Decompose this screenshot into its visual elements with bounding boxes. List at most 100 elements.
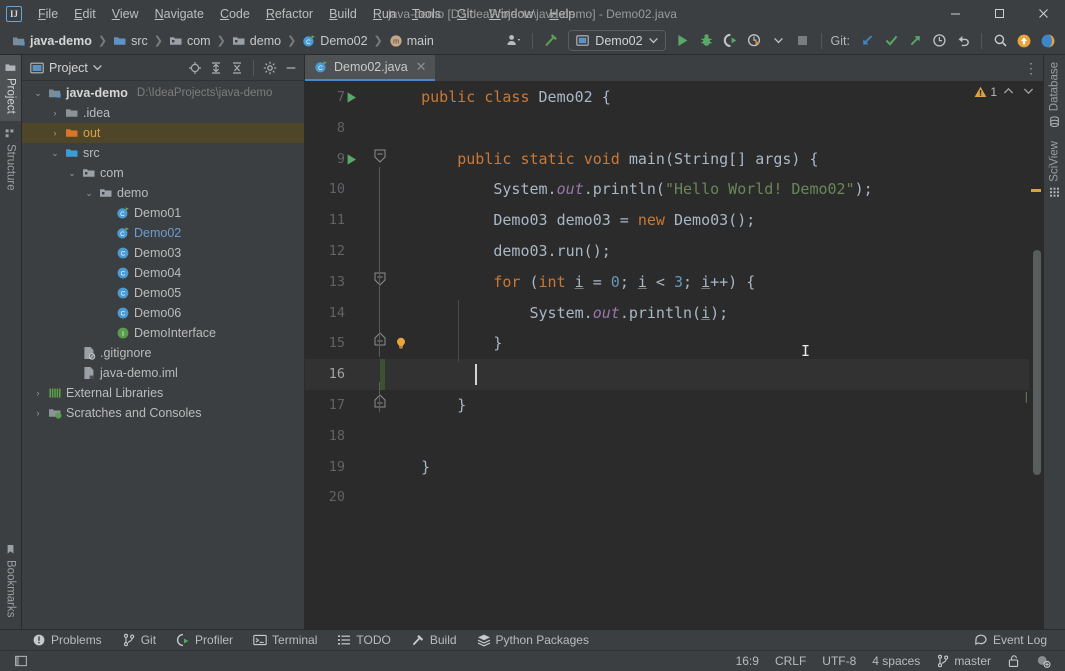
close-button[interactable] [1021, 0, 1065, 27]
tool-window-button-structure[interactable]: Structure [0, 121, 21, 198]
git-commit-button[interactable] [880, 30, 902, 52]
gutter-run-icon[interactable] [345, 91, 358, 104]
git-branch-widget[interactable]: master [928, 651, 999, 671]
code-line[interactable]: 11 Demo03 demo03 = new Demo03(); [305, 205, 1043, 236]
inspection-widget[interactable]: 1 [974, 85, 1037, 99]
chevron-right-icon[interactable]: › [49, 108, 61, 118]
tree-item-idea[interactable]: › .idea [22, 103, 305, 123]
read-only-lock-icon[interactable] [999, 651, 1028, 671]
user-settings-button[interactable] [503, 30, 525, 52]
breadcrumb-demo02[interactable]: C Demo02 [298, 32, 371, 50]
chevron-down-icon[interactable] [93, 64, 102, 71]
tree-item-demo03[interactable]: C Demo03 [22, 243, 305, 263]
run-button[interactable] [672, 30, 694, 52]
tool-window-button-database[interactable]: Database [1044, 55, 1065, 134]
line-separator[interactable]: CRLF [767, 651, 814, 671]
tree-item-scratches-and-consoles[interactable]: › Scratches and Consoles [22, 403, 305, 423]
build-project-button[interactable] [540, 30, 562, 52]
tool-window-button-profiler[interactable]: Profiler [166, 630, 243, 651]
minimize-button[interactable] [933, 0, 977, 27]
run-config-dropdown-button[interactable] [768, 30, 790, 52]
menu-refactor[interactable]: Refactor [258, 3, 321, 25]
chevron-right-icon[interactable]: › [32, 408, 44, 418]
breadcrumb-com[interactable]: com [165, 32, 215, 50]
breadcrumb-java-demo[interactable]: java-demo [8, 32, 96, 50]
code-line[interactable]: 8 [305, 113, 1043, 144]
git-update-button[interactable] [856, 30, 878, 52]
menu-git[interactable]: Git [449, 3, 481, 25]
tool-window-button-terminal[interactable]: Terminal [243, 630, 327, 651]
maximize-button[interactable] [977, 0, 1021, 27]
tool-window-button-bookmarks[interactable]: Bookmarks [0, 537, 21, 625]
hide-panel-icon[interactable] [281, 58, 301, 78]
caret-position[interactable]: 16:9 [728, 651, 767, 671]
code-line[interactable]: 17 } [305, 390, 1043, 421]
code-line[interactable]: 9 public static void main(String[] args)… [305, 144, 1043, 175]
git-push-button[interactable] [904, 30, 926, 52]
code-line[interactable]: 18 [305, 421, 1043, 452]
search-everywhere-button[interactable] [989, 30, 1011, 52]
tree-item-out[interactable]: › out [22, 123, 305, 143]
run-configuration-selector[interactable]: Demo02 [568, 30, 666, 51]
menu-code[interactable]: Code [212, 3, 258, 25]
tool-window-button-project[interactable]: Project [0, 55, 21, 121]
tool-window-button-todo[interactable]: TODO [327, 630, 400, 651]
file-encoding[interactable]: UTF-8 [814, 651, 864, 671]
menu-build[interactable]: Build [321, 3, 365, 25]
project-settings-gear-icon[interactable] [260, 58, 280, 78]
code-lines[interactable]: 7 public class Demo02 {8 9 public static … [305, 82, 1043, 513]
git-history-button[interactable] [928, 30, 950, 52]
tree-item-demo04[interactable]: C Demo04 [22, 263, 305, 283]
menu-file[interactable]: File [30, 3, 66, 25]
code-line[interactable]: 13 for (int i = 0; i < 3; i++) { [305, 267, 1043, 298]
tool-window-button-git[interactable]: Git [112, 630, 166, 651]
chevron-down-icon[interactable]: ⌄ [66, 168, 78, 179]
code-line[interactable]: 19 } [305, 452, 1043, 483]
code-line[interactable]: 20 [305, 482, 1043, 513]
close-icon[interactable]: ✕ [416, 59, 427, 75]
tree-item-external-libraries[interactable]: › External Libraries [22, 383, 305, 403]
notifications-button[interactable] [1013, 30, 1035, 52]
code-line[interactable]: 16 [305, 359, 1043, 390]
tool-window-button-build[interactable]: Build [401, 630, 467, 651]
code-line[interactable]: 7 public class Demo02 { [305, 82, 1043, 113]
tree-item-com[interactable]: ⌄ com [22, 163, 305, 183]
tool-window-button-sciview[interactable]: SciView [1044, 134, 1065, 205]
select-opened-file-icon[interactable] [185, 58, 205, 78]
code-line[interactable]: 15 } [305, 328, 1043, 359]
tree-item-src[interactable]: ⌄ src [22, 143, 305, 163]
expand-all-icon[interactable] [206, 58, 226, 78]
chevron-down-icon[interactable]: ⌄ [32, 88, 44, 99]
warning-stripe-mark[interactable] [1031, 189, 1041, 192]
tree-item-demo02[interactable]: C Demo02 [22, 223, 305, 243]
code-line[interactable]: 10 System.out.println("Hello World! Demo… [305, 174, 1043, 205]
menu-tools[interactable]: Tools [404, 3, 449, 25]
stop-button[interactable] [792, 30, 814, 52]
inspections-level-icon[interactable] [1028, 651, 1059, 671]
previous-problem-icon[interactable] [1000, 86, 1017, 98]
tree-item-demo06[interactable]: C Demo06 [22, 303, 305, 323]
menu-edit[interactable]: Edit [66, 3, 104, 25]
tree-item-java-demo-iml[interactable]: java-demo.iml [22, 363, 305, 383]
tree-item-demo[interactable]: ⌄ demo [22, 183, 305, 203]
code-line[interactable]: 14 System.out.println(i); [305, 298, 1043, 329]
chevron-right-icon[interactable]: › [32, 388, 44, 398]
collapse-all-icon[interactable] [227, 58, 247, 78]
chevron-down-icon[interactable]: ⌄ [83, 188, 95, 199]
menu-help[interactable]: Help [541, 3, 583, 25]
editor-options-icon[interactable]: ⋮ [1019, 55, 1043, 81]
chevron-down-icon[interactable]: ⌄ [49, 148, 61, 159]
tool-window-button-python-packages[interactable]: Python Packages [467, 630, 599, 651]
tree-item-java-demo[interactable]: ⌄ java-demo D:\IdeaProjects\java-demo [22, 83, 305, 103]
tree-item-demointerface[interactable]: I DemoInterface [22, 323, 305, 343]
project-tree[interactable]: ⌄ java-demo D:\IdeaProjects\java-demo › .ide… [22, 81, 305, 629]
code-line[interactable]: 12 demo03.run(); [305, 236, 1043, 267]
tree-item-demo01[interactable]: C Demo01 [22, 203, 305, 223]
gutter-run-icon[interactable] [345, 153, 358, 166]
tree-item-gitignore[interactable]: .gitignore [22, 343, 305, 363]
git-rollback-button[interactable] [952, 30, 974, 52]
code-editor[interactable]: 7 public class Demo02 {8 9 public static … [305, 82, 1043, 629]
run-with-coverage-button[interactable] [720, 30, 742, 52]
profile-button[interactable] [744, 30, 766, 52]
editor-vertical-scrollbar[interactable] [1033, 250, 1041, 475]
